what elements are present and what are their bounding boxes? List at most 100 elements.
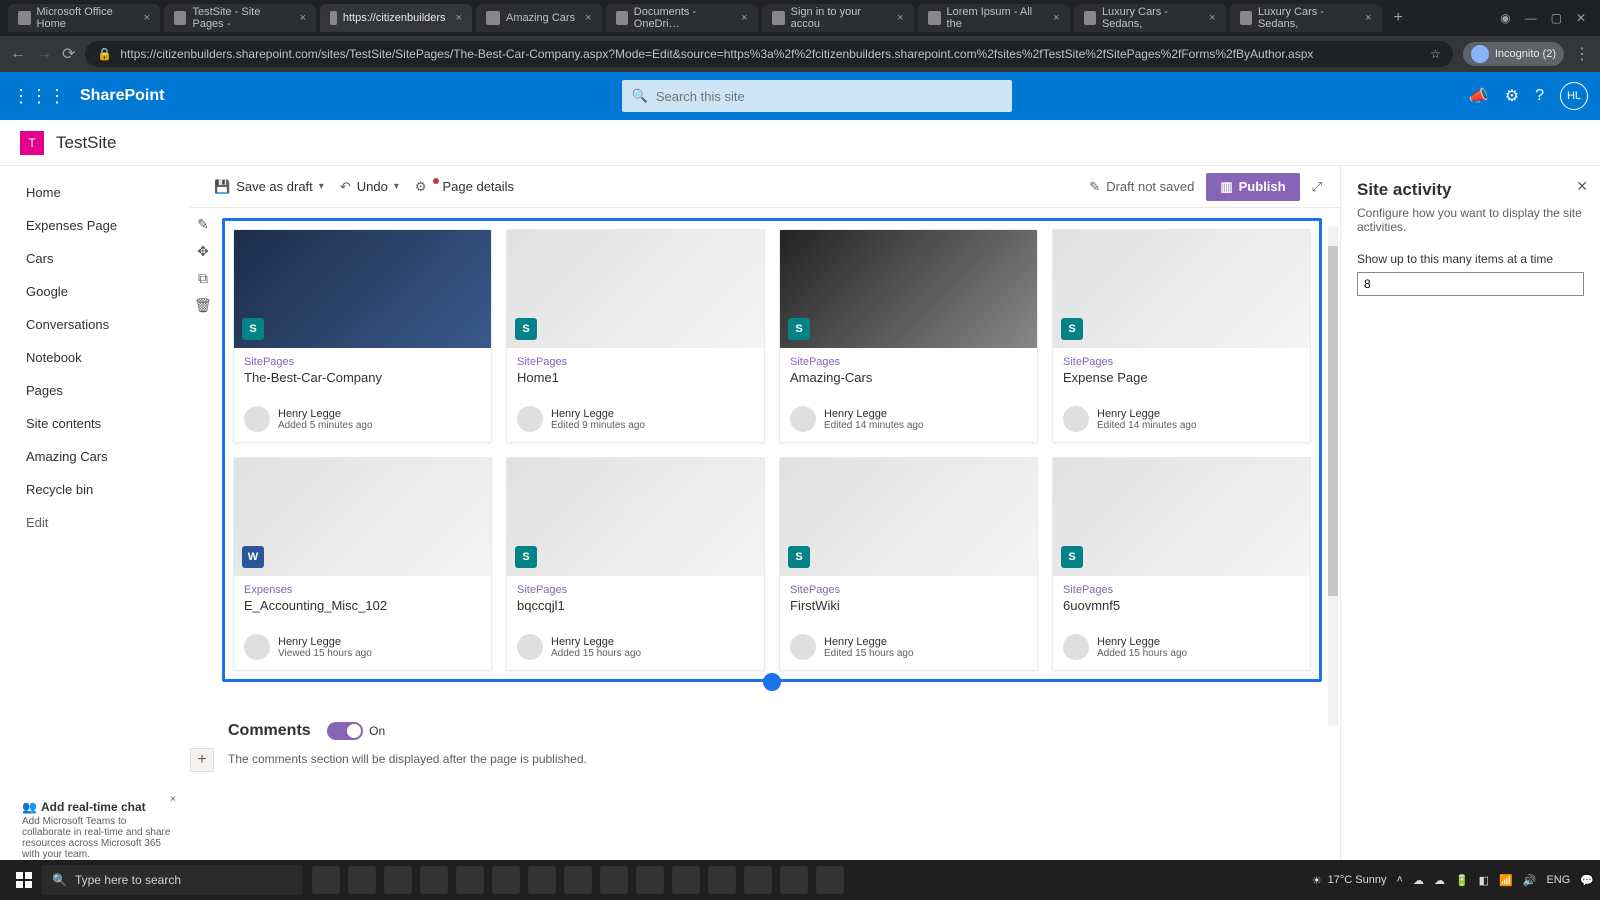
nav-notebook[interactable]: Notebook	[0, 341, 190, 374]
undo-button[interactable]: ↶Undo▾	[334, 175, 405, 199]
items-count-input[interactable]	[1357, 272, 1584, 296]
calc-icon[interactable]	[564, 866, 592, 894]
taskview-icon[interactable]	[312, 866, 340, 894]
new-tab-button[interactable]: +	[1386, 9, 1411, 27]
close-icon[interactable]: ×	[585, 12, 591, 24]
app4-icon[interactable]	[780, 866, 808, 894]
cortana-icon[interactable]	[348, 866, 376, 894]
browser-tab[interactable]: Amazing Cars×	[476, 4, 602, 32]
nav-site-contents[interactable]: Site contents	[0, 407, 190, 440]
browser-tab[interactable]: Luxury Cars - Sedans,×	[1230, 4, 1382, 32]
vertical-scrollbar[interactable]	[1328, 226, 1338, 726]
wifi-icon[interactable]: 📶	[1499, 874, 1513, 887]
mail-icon[interactable]	[528, 866, 556, 894]
language-indicator[interactable]: ENG	[1546, 874, 1570, 886]
publish-button[interactable]: ▥Publish	[1206, 173, 1299, 201]
activity-card[interactable]: S SitePages Expense Page Henry Legge Edi…	[1052, 229, 1311, 443]
comments-toggle[interactable]: On	[327, 722, 385, 740]
delete-webpart-icon[interactable]: 🗑	[194, 297, 212, 314]
close-icon[interactable]: ×	[741, 12, 747, 24]
activity-card[interactable]: W Expenses E_Accounting_Misc_102 Henry L…	[233, 457, 492, 671]
move-webpart-icon[interactable]: ✥	[197, 243, 209, 260]
battery-icon[interactable]: 🔋	[1455, 874, 1469, 887]
taskbar-search[interactable]: 🔍Type here to search	[42, 865, 302, 895]
browser-tab[interactable]: Microsoft Office Home×	[8, 4, 160, 32]
close-icon[interactable]: ×	[144, 12, 150, 24]
edge-icon[interactable]	[384, 866, 412, 894]
site-search[interactable]: 🔍	[622, 80, 1012, 112]
network-icon[interactable]: ◧	[1479, 874, 1489, 887]
save-draft-button[interactable]: 💾Save as draft▾	[208, 175, 330, 199]
user-avatar[interactable]: HL	[1560, 82, 1588, 110]
url-field[interactable]: 🔒 https://citizenbuilders.sharepoint.com…	[85, 41, 1452, 67]
edit-webpart-icon[interactable]: ✎	[197, 216, 209, 233]
close-icon[interactable]: ×	[456, 12, 462, 24]
obs-icon[interactable]	[744, 866, 772, 894]
forward-button[interactable]: →	[36, 45, 52, 63]
onenote-icon[interactable]	[708, 866, 736, 894]
app2-icon[interactable]	[600, 866, 628, 894]
cloud-icon[interactable]: ☁	[1434, 874, 1445, 887]
app3-icon[interactable]	[636, 866, 664, 894]
kebab-menu-icon[interactable]: ⋮	[1574, 44, 1590, 64]
nav-home[interactable]: Home	[0, 176, 190, 209]
megaphone-icon[interactable]: 📣	[1469, 86, 1489, 106]
account-icon[interactable]: ◉	[1500, 11, 1510, 25]
suite-brand[interactable]: SharePoint	[80, 87, 164, 105]
maximize-icon[interactable]: ▢	[1551, 11, 1562, 25]
activity-card[interactable]: S SitePages 6uovmnf5 Henry Legge Added 1…	[1052, 457, 1311, 671]
nav-conversations[interactable]: Conversations	[0, 308, 190, 341]
excel-icon[interactable]	[816, 866, 844, 894]
nav-amazing-cars[interactable]: Amazing Cars	[0, 440, 190, 473]
nav-cars[interactable]: Cars	[0, 242, 190, 275]
close-window-icon[interactable]: ✕	[1576, 11, 1586, 25]
nav-google[interactable]: Google	[0, 275, 190, 308]
activity-card[interactable]: S SitePages FirstWiki Henry Legge Edited…	[779, 457, 1038, 671]
activity-card[interactable]: S SitePages Amazing-Cars Henry Legge Edi…	[779, 229, 1038, 443]
site-activity-webpart[interactable]: S SitePages The-Best-Car-Company Henry L…	[222, 218, 1322, 682]
help-icon[interactable]: ?	[1535, 87, 1544, 105]
nav-recycle-bin[interactable]: Recycle bin	[0, 473, 190, 506]
search-input[interactable]	[656, 89, 1002, 104]
scrollbar-thumb[interactable]	[1328, 246, 1338, 596]
app-launcher-icon[interactable]: ⋮⋮⋮	[12, 86, 66, 107]
chevron-up-icon[interactable]: ˄	[1397, 874, 1403, 886]
close-icon[interactable]: ×	[1365, 12, 1371, 24]
volume-icon[interactable]: 🔊	[1523, 874, 1537, 887]
close-pane-icon[interactable]: ✕	[1576, 178, 1588, 195]
close-icon[interactable]: ×	[1053, 12, 1059, 24]
browser-tab[interactable]: Documents - OneDri…×	[606, 4, 758, 32]
site-logo[interactable]: T	[20, 131, 44, 155]
nav-pages[interactable]: Pages	[0, 374, 190, 407]
browser-tab[interactable]: Luxury Cars - Sedans,×	[1074, 4, 1226, 32]
back-button[interactable]: ←	[10, 45, 26, 63]
browser-tab[interactable]: TestSite - Site Pages -×	[164, 4, 316, 32]
expand-icon[interactable]: ⤢	[1312, 179, 1322, 195]
reload-button[interactable]: ⟳	[62, 44, 75, 64]
add-section-button[interactable]: +	[190, 748, 214, 772]
activity-card[interactable]: S SitePages Home1 Henry Legge Edited 9 m…	[506, 229, 765, 443]
browser-tab[interactable]: Lorem Ipsum - All the×	[918, 4, 1070, 32]
close-icon[interactable]: ×	[300, 12, 306, 24]
chrome-icon[interactable]	[672, 866, 700, 894]
resize-handle[interactable]	[763, 673, 781, 691]
start-button[interactable]	[6, 862, 42, 898]
activity-card[interactable]: S SitePages bqccqjl1 Henry Legge Added 1…	[506, 457, 765, 671]
star-icon[interactable]: ☆	[1430, 47, 1441, 61]
page-details-button[interactable]: ⚙Page details	[409, 175, 520, 199]
chevron-down-icon[interactable]: ▾	[319, 181, 324, 192]
close-icon[interactable]: ×	[897, 12, 903, 24]
browser-tab-active[interactable]: https://citizenbuilders×	[320, 4, 472, 32]
store-icon[interactable]	[456, 866, 484, 894]
nav-edit[interactable]: Edit	[0, 506, 190, 539]
explorer-icon[interactable]	[420, 866, 448, 894]
close-icon[interactable]: ×	[170, 794, 176, 805]
browser-tab[interactable]: Sign in to your accou×	[762, 4, 914, 32]
weather-widget[interactable]: ☀ 17°C Sunny	[1312, 874, 1387, 887]
minimize-icon[interactable]: —	[1525, 11, 1537, 25]
close-icon[interactable]: ×	[1209, 12, 1215, 24]
duplicate-webpart-icon[interactable]: ⧉	[198, 270, 208, 287]
incognito-badge[interactable]: Incognito (2)	[1463, 42, 1564, 66]
notifications-icon[interactable]: 💬	[1580, 874, 1594, 887]
settings-icon[interactable]: ⚙	[1505, 86, 1519, 106]
